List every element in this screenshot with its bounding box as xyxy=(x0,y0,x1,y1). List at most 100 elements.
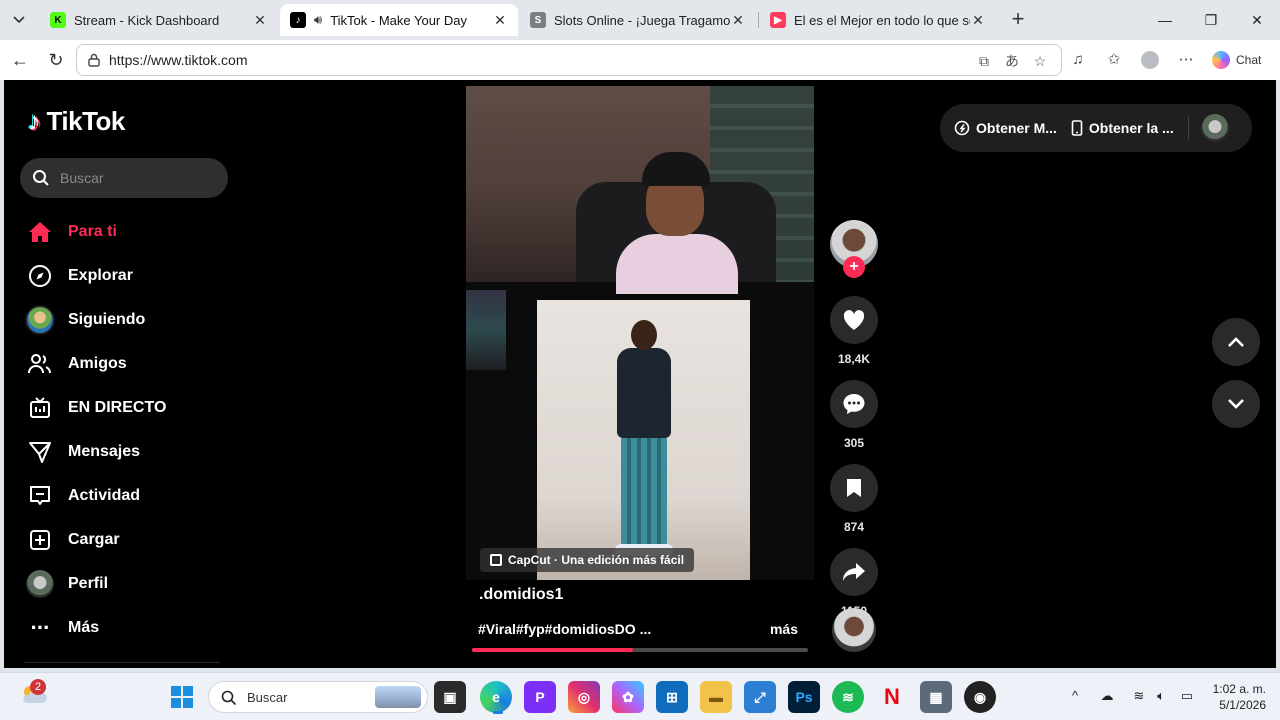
address-toolbar: ← ↻ https://www.tiktok.com ⧉ あ ☆ ♫ ✩ ⋯ C… xyxy=(0,40,1280,80)
system-clock[interactable]: 1:02 a. m. 5/1/2026 xyxy=(1206,681,1266,713)
sidebar-item-mensajes[interactable]: Mensajes xyxy=(24,430,244,474)
sidebar-item-label: Mensajes xyxy=(68,443,141,460)
netflix-icon[interactable]: N xyxy=(876,681,908,713)
image-editor-icon[interactable]: ⤢ xyxy=(744,681,776,713)
sidebar-item-perfil[interactable]: Perfil xyxy=(24,562,244,606)
volume-icon[interactable]: 🔈︎ xyxy=(1150,685,1172,707)
sidebar-item-para-ti[interactable]: Para ti xyxy=(24,210,244,254)
windows-taskbar: 2 Buscar ▣ e P ◎ ✿ ⊞ ▬ ⤢ Ps ≋ N ▦ ◉ ^ ☁ … xyxy=(0,672,1280,720)
video-caption: #Viral#fyp#domidiosDO ... más xyxy=(478,621,808,637)
sidebar-item-label: Más xyxy=(68,619,100,636)
favorites-icon[interactable]: ✩ xyxy=(1102,48,1126,72)
file-explorer-icon[interactable]: ▬ xyxy=(700,681,732,713)
sidebar-item-explorar[interactable]: Explorar xyxy=(24,254,244,298)
stream-camera-frame xyxy=(466,86,814,294)
tab-kick[interactable]: K Stream - Kick Dashboard ✕ xyxy=(40,4,278,36)
video-author[interactable]: .domidios1 xyxy=(479,586,563,604)
site-info-icon[interactable] xyxy=(87,53,101,67)
read-aloud-icon[interactable]: ♫ xyxy=(1066,48,1090,72)
search-input[interactable]: Buscar xyxy=(20,158,228,198)
video-thumbnail xyxy=(466,290,506,370)
tab-youtube[interactable]: ▶ El es el Mejor en todo lo que se la ✕ xyxy=(760,4,996,36)
tab-tiktok[interactable]: ♪ 🔊︎ TikTok - Make Your Day ✕ xyxy=(280,4,518,36)
edge-browser-icon[interactable]: e xyxy=(480,681,512,713)
task-view-icon[interactable]: ▣ xyxy=(434,681,466,713)
get-app-button[interactable]: Obtener la ... xyxy=(1071,120,1174,136)
restore-button[interactable]: ❐ xyxy=(1196,8,1226,32)
menu-dots-icon[interactable]: ⋯ xyxy=(1174,48,1198,72)
close-tab-icon[interactable]: ✕ xyxy=(252,12,268,29)
spotify-icon[interactable]: ≋ xyxy=(832,681,864,713)
share-button[interactable] xyxy=(830,548,878,596)
photos-icon[interactable]: ✿ xyxy=(612,681,644,713)
compass-icon xyxy=(24,260,56,292)
show-hidden-icons-button[interactable]: ^ xyxy=(1064,685,1086,707)
sidebar-item-actividad[interactable]: Actividad xyxy=(24,474,244,518)
sidebar-item-cargar[interactable]: Cargar xyxy=(24,518,244,562)
upload-icon xyxy=(24,524,56,556)
close-window-button[interactable]: ✕ xyxy=(1242,8,1272,32)
search-highlight-image xyxy=(375,686,421,708)
translate-icon[interactable]: あ xyxy=(1003,52,1021,70)
sidebar-item-siguiendo[interactable]: Siguiendo xyxy=(24,298,244,342)
back-button[interactable]: ← xyxy=(8,48,32,72)
tab-title: TikTok - Make Your Day xyxy=(330,12,467,28)
get-app-label: Obtener la ... xyxy=(1088,120,1174,136)
capcut-effect-label[interactable]: CapCut · Una edición más fácil xyxy=(480,548,695,572)
close-tab-icon[interactable]: ✕ xyxy=(730,12,746,29)
video-player[interactable] xyxy=(466,86,814,580)
picsart-icon[interactable]: P xyxy=(524,681,556,713)
live-icon xyxy=(24,392,56,424)
video-progress-bar[interactable] xyxy=(472,648,808,652)
start-button[interactable] xyxy=(166,681,198,713)
music-disc-avatar[interactable] xyxy=(832,608,876,652)
taskbar-search-input[interactable]: Buscar xyxy=(208,681,428,713)
microsoft-store-icon[interactable]: ⊞ xyxy=(656,681,688,713)
home-icon xyxy=(24,216,56,248)
account-avatar[interactable] xyxy=(1200,114,1229,142)
instagram-icon[interactable]: ◎ xyxy=(568,681,600,713)
tiktok-logo[interactable]: ♪ TikTok xyxy=(28,106,125,137)
profile-avatar-icon xyxy=(24,568,56,600)
creator-avatar[interactable]: + xyxy=(830,220,878,278)
obs-studio-icon[interactable]: ◉ xyxy=(964,681,996,713)
sidebar-item-en-directo[interactable]: EN DIRECTO xyxy=(24,386,244,430)
close-tab-icon[interactable]: ✕ xyxy=(970,12,986,29)
wifi-icon[interactable]: ≋ xyxy=(1128,685,1150,707)
close-tab-icon[interactable]: ✕ xyxy=(492,12,508,29)
sidebar-item-mas[interactable]: ··· Más xyxy=(24,606,244,650)
cloud-sync-icon[interactable]: ☁ xyxy=(1096,685,1118,707)
windows-logo-icon xyxy=(171,686,193,708)
get-coins-button[interactable]: Obtener M... xyxy=(954,120,1057,136)
tab-slots[interactable]: S Slots Online - ¡Juega Tragamonedas ✕ xyxy=(520,4,756,36)
favorite-star-icon[interactable]: ☆ xyxy=(1031,52,1049,70)
comment-button[interactable] xyxy=(830,380,878,428)
save-button[interactable] xyxy=(830,464,878,512)
address-bar[interactable]: https://www.tiktok.com ⧉ あ ☆ xyxy=(76,44,1062,76)
open-in-app-icon[interactable]: ⧉ xyxy=(975,52,993,70)
copilot-chat-button[interactable]: Chat xyxy=(1206,46,1274,74)
sidebar-item-amigos[interactable]: Amigos xyxy=(24,342,244,386)
profile-icon[interactable] xyxy=(1138,48,1162,72)
chevron-down-icon xyxy=(13,16,25,24)
minimize-button[interactable]: — xyxy=(1150,8,1180,32)
more-caption-button[interactable]: más xyxy=(770,621,798,637)
more-icon: ··· xyxy=(30,615,51,640)
calculator-icon[interactable]: ▦ xyxy=(920,681,952,713)
previous-video-button[interactable] xyxy=(1212,318,1260,366)
new-tab-button[interactable]: + xyxy=(1006,8,1030,32)
battery-icon[interactable]: ▭ xyxy=(1176,685,1198,707)
tab-list-button[interactable] xyxy=(6,8,32,32)
tiktok-favicon-icon: ♪ xyxy=(290,12,306,28)
url-text: https://www.tiktok.com xyxy=(109,52,248,68)
photoshop-icon[interactable]: Ps xyxy=(788,681,820,713)
refresh-button[interactable]: ↻ xyxy=(44,48,68,72)
tab-bar: K Stream - Kick Dashboard ✕ ♪ 🔊︎ TikTok … xyxy=(0,0,1280,40)
tiktok-page: ♪ TikTok Buscar Para ti Explorar Siguien… xyxy=(4,80,1276,668)
next-video-button[interactable] xyxy=(1212,380,1260,428)
sidebar-item-label: Cargar xyxy=(68,531,120,548)
speaker-icon[interactable]: 🔊︎ xyxy=(314,12,322,28)
follow-plus-icon[interactable]: + xyxy=(843,256,865,278)
bookmark-icon xyxy=(847,479,861,497)
like-button[interactable] xyxy=(830,296,878,344)
